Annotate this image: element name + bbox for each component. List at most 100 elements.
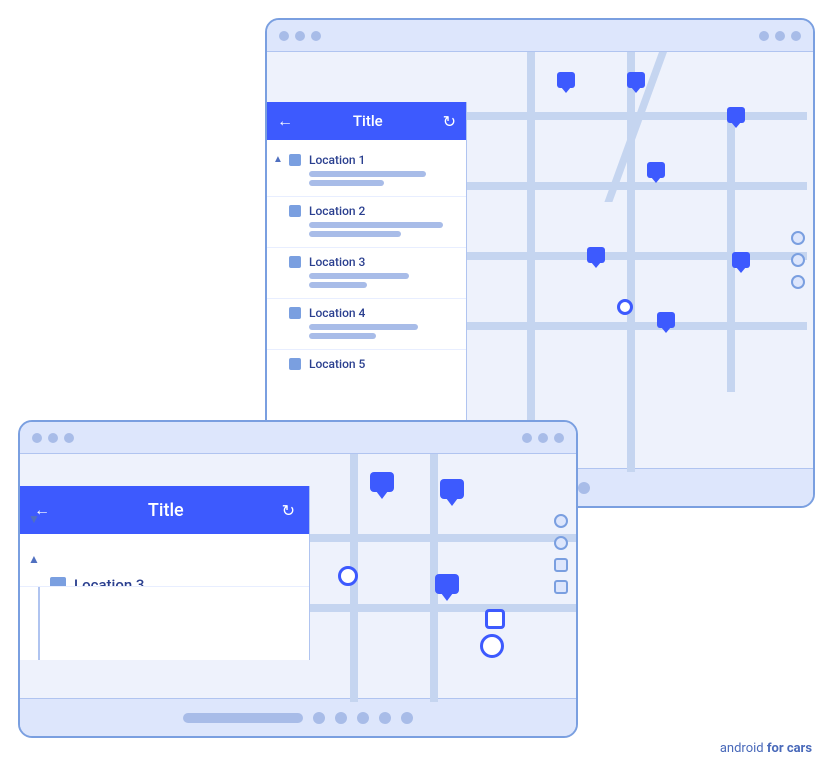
chrome-dot [775,31,785,41]
list-item-checkbox[interactable] [289,205,301,217]
list-item-checkbox[interactable] [289,154,301,166]
chrome-dot [279,31,289,41]
bottom-dot [379,712,391,724]
front-panel-list: ▲ Location 1 Location 2 [20,534,309,546]
list-item[interactable]: Location 2 [267,197,466,248]
chrome-dot [538,433,548,443]
map-pin [727,107,745,123]
list-item-checkbox[interactable] [289,307,301,319]
pin-flag [440,479,464,499]
map-pin [370,472,394,492]
map-pin [587,247,605,263]
chrome-dot [64,433,74,443]
road [467,322,807,330]
side-square [554,558,568,572]
road [467,252,807,260]
list-item-name: Location 1 [309,153,365,167]
side-circle [554,536,568,550]
watermark-prefix: android [720,741,764,756]
list-item-bar2 [309,282,367,288]
list-item-bar1 [309,171,426,177]
side-controls [791,231,805,289]
front-card-map: ← Title ↻ ▲ Location 1 [20,454,576,698]
map-pin [440,479,464,499]
list-item-row: Location 3 [289,255,456,269]
map-pin [657,312,675,328]
panel-title: Title [353,112,383,130]
list-item[interactable]: Location 4 [267,299,466,350]
watermark: android for cars [720,741,812,756]
list-item-bar1 [309,222,443,228]
side-circle [791,253,805,267]
bottom-dot [313,712,325,724]
bottom-search-bar [183,713,303,723]
list-item-bar1 [309,273,409,279]
expand-line [38,586,40,660]
pin-flag [557,72,575,88]
list-item-row: Location 1 [289,153,456,167]
refresh-button[interactable]: ↻ [282,501,295,520]
pin-flag [435,574,459,594]
side-circle [791,275,805,289]
bottom-dot [357,712,369,724]
panel-back-icon[interactable]: ← [277,111,293,131]
list-item[interactable]: Location 5 [267,350,466,382]
pin-flag [627,72,645,88]
pin-flag [647,162,665,178]
pin-flag [370,472,394,492]
list-item-bar2 [309,231,401,237]
list-item-row: Location 4 [289,306,456,320]
map-pin [732,252,750,268]
list-item-bar2 [309,180,384,186]
map-pin [435,574,459,594]
pin-flag [587,247,605,263]
list-item-name: Location 3 [74,576,144,586]
list-item-checkbox[interactable] [289,358,301,370]
list-item-checkbox[interactable] [50,577,66,586]
chrome-dots-right [759,31,801,41]
back-card-map: ← Title ↻ ▲ Location 1 [267,52,813,468]
list-item-row: Location 3 [50,576,295,586]
bottom-dot [401,712,413,724]
list-item-bar2 [309,333,376,339]
side-controls-front [554,514,568,594]
chrome-dot [791,31,801,41]
map-circle-marker [338,566,358,586]
pin-flag [657,312,675,328]
list-item[interactable]: Location 3 [20,566,310,586]
chrome-dot [554,433,564,443]
list-item[interactable]: Location 1 [267,146,466,197]
back-card-chrome [267,20,813,52]
list-item-name: Location 5 [309,357,365,371]
list-item-row: Location 5 [289,357,456,371]
front-card-bottom-bar [20,698,576,736]
map-circle-marker [480,634,504,658]
list-item[interactable]: Location 3 [267,248,466,299]
chrome-dot [48,433,58,443]
map-pin [557,72,575,88]
map-square-marker [485,609,505,629]
list-item-name: Location 2 [309,204,365,218]
front-card: ← Title ↻ ▲ Location 1 [18,420,578,738]
list-item-name: Location 3 [309,255,365,269]
panel-header: ← Title ↻ [267,102,466,140]
back-panel-list: ▲ Location 1 Location 2 [267,140,466,388]
panel-header: ← Title ↻ [20,486,309,534]
map-pin [647,162,665,178]
chevron-up-icon: ▲ [28,552,40,566]
chrome-dots-right [522,433,564,443]
chevron-down-icon: ▼ [28,512,40,526]
refresh-button[interactable]: ↻ [443,112,456,131]
pin-flag [727,107,745,123]
chrome-dot [759,31,769,41]
list-item-checkbox[interactable] [289,256,301,268]
chrome-dots-left [279,31,321,41]
list-item-bar1 [309,324,418,330]
back-button[interactable]: ← [277,111,293,131]
chrome-dot [32,433,42,443]
bottom-dot [335,712,347,724]
side-circle [554,514,568,528]
watermark-suffix: for cars [767,741,812,756]
pin-flag [732,252,750,268]
chrome-dot [522,433,532,443]
